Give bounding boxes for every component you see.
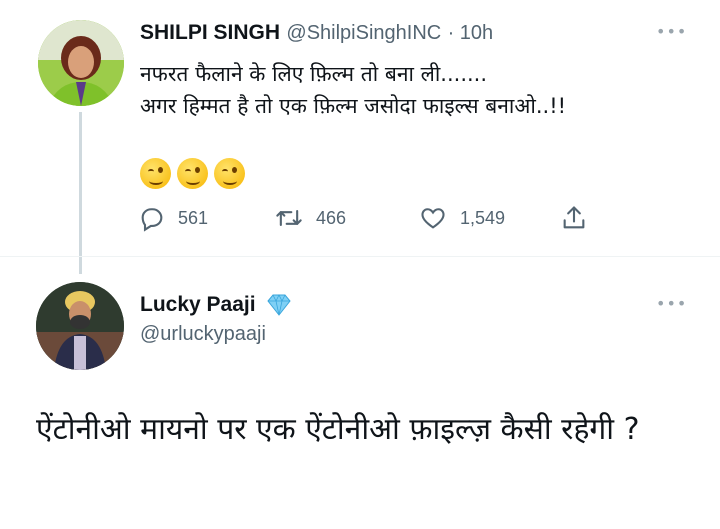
share-icon bbox=[563, 206, 585, 229]
winking-face-emoji bbox=[140, 158, 171, 189]
tweet-text: नफरत फैलाने के लिए फ़िल्म तो बना ली.....… bbox=[140, 58, 566, 122]
tweet-text-line: नफरत फैलाने के लिए फ़िल्म तो बना ली.....… bbox=[140, 62, 488, 86]
tweet-text-line: अगर हिम्मत है तो एक फ़िल्म जसोदा फाइल्स … bbox=[140, 94, 567, 118]
diamond-icon bbox=[266, 294, 291, 316]
reply-count: 561 bbox=[178, 207, 209, 228]
retweet-button[interactable]: 466 bbox=[274, 204, 346, 232]
avatar[interactable] bbox=[36, 282, 124, 370]
tweet-time[interactable]: · 10h bbox=[448, 22, 494, 44]
winking-face-emoji bbox=[214, 158, 245, 189]
reply-header: Lucky Paaji @urluckypaaji bbox=[140, 293, 294, 346]
emoji-row bbox=[140, 158, 245, 189]
more-options-icon[interactable]: ••• bbox=[656, 294, 687, 313]
author-handle[interactable]: @ShilpiSinghINC bbox=[286, 22, 441, 44]
avatar[interactable] bbox=[38, 20, 124, 106]
heart-icon bbox=[421, 208, 445, 229]
reply-text: ऐंटोनीओ मायनो पर एक ऐंटोनीओ फ़ाइल्ज़ कैस… bbox=[36, 412, 640, 447]
winking-face-emoji bbox=[177, 158, 208, 189]
share-button[interactable] bbox=[560, 204, 588, 232]
thread-connector-line bbox=[79, 112, 82, 274]
retweet-icon bbox=[276, 209, 302, 227]
author-name[interactable]: SHILPI SINGH bbox=[140, 21, 280, 44]
retweet-count: 466 bbox=[316, 207, 347, 228]
tweet-header: SHILPI SINGH @ShilpiSinghINC · 10h bbox=[140, 20, 493, 45]
divider bbox=[0, 256, 720, 257]
author-handle[interactable]: @urluckypaaji bbox=[140, 323, 294, 346]
author-name[interactable]: Lucky Paaji bbox=[140, 293, 256, 317]
original-tweet[interactable]: SHILPI SINGH @ShilpiSinghINC · 10h ••• न… bbox=[0, 0, 720, 274]
like-count: 1,549 bbox=[460, 207, 506, 228]
like-button[interactable]: 1,549 bbox=[418, 204, 505, 232]
reply-button[interactable]: 561 bbox=[138, 204, 208, 232]
more-options-icon[interactable]: ••• bbox=[656, 22, 687, 41]
reply-icon bbox=[141, 208, 163, 232]
